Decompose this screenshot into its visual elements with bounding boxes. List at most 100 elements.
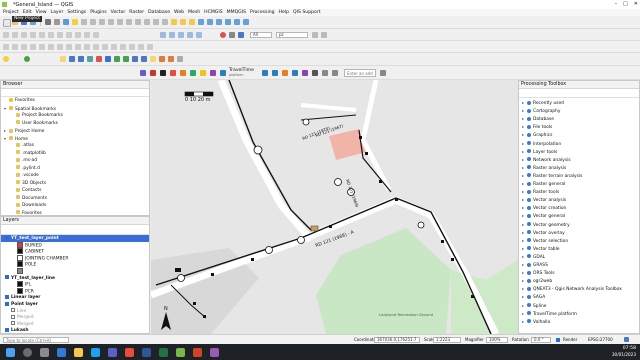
menu-processing[interactable]: Processing [250, 9, 275, 16]
move-label-icon[interactable] [187, 32, 193, 38]
menu-mesh[interactable]: Mesh [188, 9, 200, 16]
toolbox-item[interactable]: ▸ GDAL [522, 253, 545, 260]
record-icon[interactable] [220, 32, 226, 38]
render-checkbox[interactable] [556, 338, 560, 342]
web-g-icon[interactable] [200, 70, 206, 76]
zoom-in-icon[interactable] [81, 19, 87, 25]
browser-item[interactable]: .pylint.d [11, 165, 40, 172]
plugin-k-icon[interactable] [159, 56, 165, 62]
geocode-go-icon[interactable] [380, 70, 386, 76]
cabinet[interactable] [175, 268, 181, 272]
label-icon[interactable] [243, 19, 249, 25]
web-e-icon[interactable] [180, 70, 186, 76]
browser-item[interactable]: ▾ Home [4, 135, 28, 142]
identify-icon[interactable] [171, 19, 177, 25]
toolbox-item[interactable]: ▸ Recently used [522, 99, 564, 106]
traveltime-logo-icon[interactable] [220, 70, 226, 76]
menu-hcmgis[interactable]: HCMGIS [204, 9, 222, 16]
plugin-a-icon[interactable] [69, 56, 75, 62]
web-f-icon[interactable] [190, 70, 196, 76]
rotation-spin[interactable]: 0.0 ° [531, 337, 551, 343]
filter-icon[interactable] [312, 70, 318, 76]
pole[interactable] [329, 225, 332, 228]
toolbox-item[interactable]: ▸ Vector selection [522, 237, 568, 244]
toolbox-item[interactable]: ▸ File tools [522, 123, 552, 130]
pole[interactable] [365, 152, 368, 155]
copy-features-icon[interactable] [66, 32, 72, 38]
delete-ring-icon[interactable] [57, 44, 63, 50]
print-layout-icon[interactable] [45, 19, 51, 25]
vertex-tool-icon[interactable] [39, 32, 45, 38]
map-tips-icon[interactable] [234, 19, 240, 25]
pin-labels-icon[interactable] [169, 32, 175, 38]
plugin-g-icon[interactable] [123, 56, 129, 62]
trim-extend-icon[interactable] [147, 44, 153, 50]
rotate-label-icon[interactable] [196, 32, 202, 38]
qgis-taskbar-icon[interactable] [176, 348, 185, 357]
layer-visibility-checkbox[interactable] [5, 301, 9, 306]
menu-vector[interactable]: Vector [111, 9, 126, 16]
tt-e-icon[interactable] [302, 70, 308, 76]
edge-icon[interactable] [57, 348, 66, 357]
layer-item[interactable]: Lukash [1, 327, 149, 333]
plugin-c-icon[interactable] [87, 56, 93, 62]
tt-b-icon[interactable] [272, 70, 278, 76]
python-console-icon[interactable] [3, 56, 9, 62]
browser-item[interactable]: .matplotlib [11, 150, 46, 157]
field-calculator-icon[interactable] [198, 19, 204, 25]
browser-item[interactable]: 3D Objects [11, 180, 46, 187]
toolbox-item[interactable]: ▸ Database [522, 115, 554, 122]
tt-c-icon[interactable] [282, 70, 288, 76]
toolbox-item[interactable]: ▸ Vector creation [522, 204, 566, 211]
pole[interactable] [211, 273, 214, 276]
paste-features-icon[interactable] [75, 32, 81, 38]
browser-item[interactable]: Documents [11, 195, 47, 202]
web-c-icon[interactable] [160, 70, 166, 76]
web-a-icon[interactable] [140, 70, 146, 76]
web-d-icon[interactable] [170, 70, 176, 76]
excel-icon[interactable] [159, 348, 168, 357]
toolbox-item[interactable]: ▸ Vector general [522, 212, 565, 219]
geocode-icon[interactable] [322, 70, 328, 76]
browser-item[interactable]: Favorites [4, 97, 35, 104]
address-search-input[interactable] [344, 69, 376, 77]
redo-icon[interactable] [93, 32, 99, 38]
messages-icon[interactable] [624, 337, 629, 342]
toolbox-item[interactable]: ▸ SAGA [522, 293, 545, 300]
layer-visibility-checkbox[interactable] [11, 314, 15, 319]
undo-icon[interactable] [84, 32, 90, 38]
topology-icon[interactable] [312, 32, 318, 38]
fill-ring-icon[interactable] [48, 44, 54, 50]
menu-settings[interactable]: Settings [67, 9, 86, 16]
jointing-chamber[interactable] [265, 246, 273, 254]
toolbox-item[interactable]: ▸ Interpolation [522, 140, 561, 147]
word-icon[interactable] [142, 348, 151, 357]
tt-d-icon[interactable] [292, 70, 298, 76]
jointing-chamber[interactable] [253, 145, 263, 155]
web-b-icon[interactable] [150, 70, 156, 76]
toolbox-item[interactable]: ▸ QNEAT3 - Qgis Network Analysis Toolbox [522, 285, 622, 292]
start-icon[interactable] [6, 348, 15, 357]
pole[interactable] [359, 136, 362, 139]
plugin-m-icon[interactable] [177, 56, 183, 62]
zoom-next-icon[interactable] [135, 19, 141, 25]
toolbox-item[interactable]: ▸ Raster analysis [522, 164, 566, 171]
pole[interactable] [441, 240, 444, 243]
measure-icon[interactable] [216, 19, 222, 25]
statistics-icon[interactable] [207, 19, 213, 25]
search-icon[interactable] [23, 348, 32, 357]
toolbox-item[interactable]: ▸ Vector overlay [522, 229, 565, 236]
toolbox-item[interactable]: ▸ Raster tools [522, 188, 559, 195]
task-view-icon[interactable] [40, 348, 49, 357]
minimize-button[interactable]: – [615, 1, 618, 7]
cabinet[interactable] [310, 225, 319, 232]
toolbox-item[interactable]: ▸ Vector table [522, 245, 560, 252]
layer-visibility-checkbox[interactable] [5, 327, 9, 332]
toolbox-item[interactable]: ▸ Network analysis [522, 156, 571, 163]
jointing-chamber[interactable] [177, 274, 185, 282]
layer-visibility-checkbox[interactable] [11, 308, 15, 313]
pole[interactable] [395, 198, 398, 201]
menu-raster[interactable]: Raster [129, 9, 144, 16]
tt-a-icon[interactable] [262, 70, 268, 76]
zoom-selection-icon[interactable] [117, 19, 123, 25]
